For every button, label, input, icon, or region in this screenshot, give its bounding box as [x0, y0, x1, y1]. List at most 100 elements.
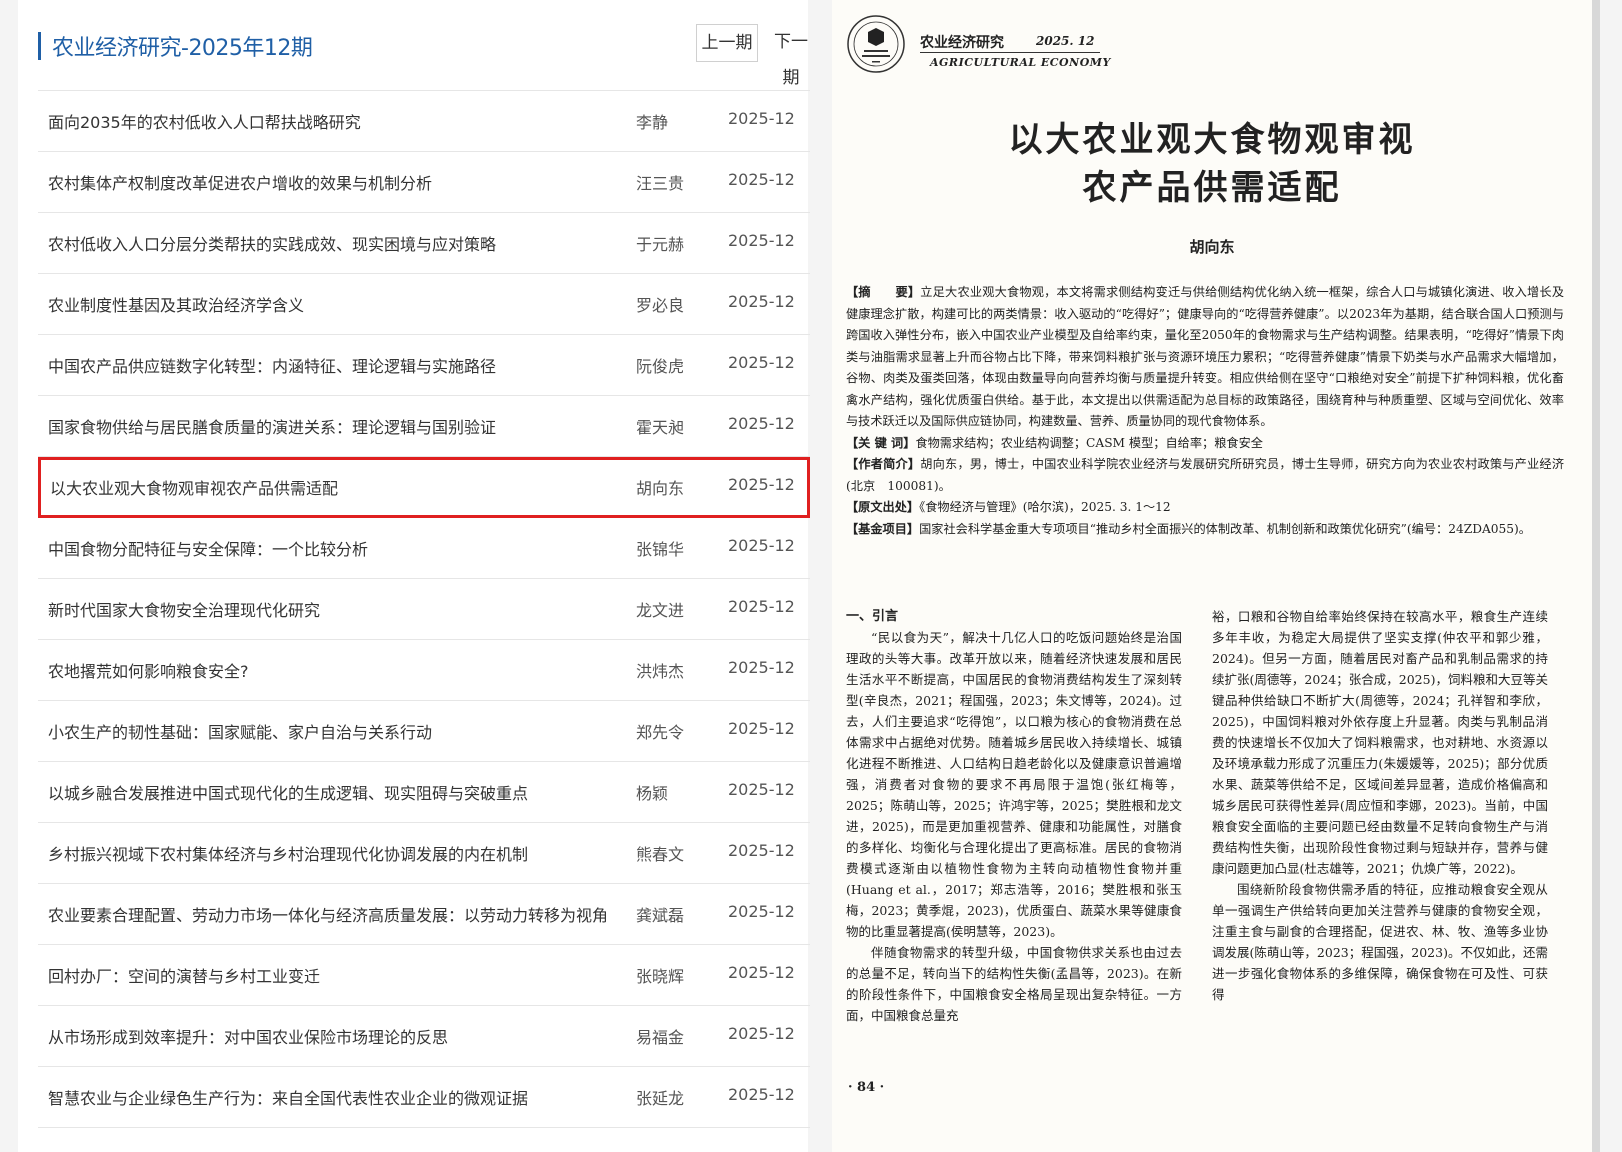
article-row[interactable]: 乡村振兴视域下农村集体经济与乡村治理现代化协调发展的内在机制 熊春文 2025-12: [38, 823, 810, 884]
article-title-link[interactable]: 中国农产品供应链数字化转型：内涵特征、理论逻辑与实施路径: [48, 353, 496, 377]
article-date: 2025-12: [728, 292, 795, 311]
article-row[interactable]: 农业要素合理配置、劳动力市场一体化与经济高质量发展：以劳动力转移为视角 龚斌磊 20…: [38, 884, 810, 945]
source-paragraph: 【原文出处】《食物经济与管理》(哈尔滨)，2025. 3. 1～12: [846, 497, 1564, 519]
article-author: 易福金: [636, 1028, 685, 1047]
journal-name: 农业经济研究: [920, 35, 1004, 51]
fund-paragraph: 【基金项目】国家社会科学基金重大专项项目“推动乡村全面振兴的体制改革、机制创新和…: [846, 519, 1564, 541]
article-title-link[interactable]: 农村低收入人口分层分类帮扶的实践成效、现实困境与应对策略: [48, 231, 496, 255]
article-author: 张延龙: [636, 1089, 685, 1108]
paper-title-line-2: 农产品供需适配: [1082, 168, 1342, 208]
bio-paragraph: 【作者简介】胡向东，男，博士，中国农业科学院农业经济与发展研究所研究员，博士生导…: [846, 454, 1564, 497]
article-author: 熊春文: [636, 845, 685, 864]
article-list: 面向2035年的农村低收入人口帮扶战略研究 李静 2025-12 农村集体产权制度改革…: [38, 90, 810, 1128]
article-title-link[interactable]: 新时代国家大食物安全治理现代化研究: [48, 597, 320, 621]
article-row[interactable]: 面向2035年的农村低收入人口帮扶战略研究 李静 2025-12: [38, 90, 810, 152]
body-column-left: 一、引言 “民以食为天”，解决十几亿人口的吃饭问题始终是治国理政的头等大事。改革…: [846, 606, 1182, 1026]
article-row[interactable]: 智慧农业与企业绿色生产行为：来自全国代表性农业企业的微观证据 张延龙 2025-12: [38, 1067, 810, 1128]
article-author: 阮俊虎: [636, 357, 685, 376]
article-date: 2025-12: [728, 658, 795, 677]
keywords-text: 食物需求结构；农业结构调整；CASM 模型；自给率；粮食安全: [915, 435, 1263, 450]
fund-text: 国家社会科学基金重大专项项目“推动乡村全面振兴的体制改革、机制创新和政策优化研究…: [919, 521, 1531, 536]
article-row[interactable]: 从市场形成到效率提升：对中国农业保险市场理论的反思 易福金 2025-12: [38, 1006, 810, 1067]
article-title-link[interactable]: 以城乡融合发展推进中国式现代化的生成逻辑、现实阻碍与突破重点: [48, 780, 528, 804]
article-row[interactable]: 农村集体产权制度改革促进农户增收的效果与机制分析 汪三贵 2025-12: [38, 152, 810, 213]
body-paragraph: 裕，口粮和谷物自给率始终保持在较高水平，粮食生产连续多年丰收，为稳定大局提供了坚…: [1212, 609, 1548, 876]
article-row[interactable]: 回村办厂：空间的演替与乡村工业变迁 张晓辉 2025-12: [38, 945, 810, 1006]
body-column-right: 裕，口粮和谷物自给率始终保持在较高水平，粮食生产连续多年丰收，为稳定大局提供了坚…: [1212, 606, 1548, 1005]
article-date: 2025-12: [728, 597, 795, 616]
previous-issue-button[interactable]: 上一期: [696, 24, 758, 62]
article-row[interactable]: 中国农产品供应链数字化转型：内涵特征、理论逻辑与实施路径 阮俊虎 2025-12: [38, 335, 810, 396]
article-row[interactable]: 农村低收入人口分层分类帮扶的实践成效、现实困境与应对策略 于元赫 2025-12: [38, 213, 810, 274]
article-row[interactable]: 农地撂荒如何影响粮食安全? 洪炜杰 2025-12: [38, 640, 810, 701]
paper-title-line-1: 以大农业观大食物观审视: [1008, 120, 1416, 160]
article-author: 胡向东: [636, 479, 685, 498]
article-title-link[interactable]: 智慧农业与企业绿色生产行为：来自全国代表性农业企业的微观证据: [48, 1085, 528, 1109]
article-row[interactable]: 国家食物供给与居民膳食质量的演进关系：理论逻辑与国别验证 霍天昶 2025-12: [38, 396, 810, 457]
section-heading: 一、引言: [846, 609, 899, 624]
article-title-link[interactable]: 从市场形成到效率提升：对中国农业保险市场理论的反思: [48, 1024, 448, 1048]
article-author: 郑先令: [636, 723, 685, 742]
keywords-label: 【关 键 词】: [846, 435, 916, 450]
article-title-link[interactable]: 农地撂荒如何影响粮食安全?: [48, 658, 249, 682]
article-title-link[interactable]: 回村办厂：空间的演替与乡村工业变迁: [48, 963, 320, 987]
article-author: 霍天昶: [636, 418, 685, 437]
paper-author: 胡向东: [1189, 238, 1235, 256]
issue-header: 农业经济研究-2025年12期 上一期 下一期: [38, 22, 810, 88]
abstract-label: 【摘 要】: [846, 285, 921, 299]
page-number: · 84 ·: [848, 1080, 885, 1095]
abstract-text: 立足大农业观大食物观，本文将需求侧结构变迁与供给侧结构优化纳入统一框架，综合人口…: [846, 285, 1564, 428]
article-date: 2025-12: [728, 719, 795, 738]
paper-body: 一、引言 “民以食为天”，解决十几亿人口的吃饭问题始终是治国理政的头等大事。改革…: [846, 606, 1564, 1066]
article-author: 洪炜杰: [636, 662, 685, 681]
journal-english-name: AGRICULTURAL ECONOMY: [930, 56, 1111, 69]
article-title-link[interactable]: 面向2035年的农村低收入人口帮扶战略研究: [48, 109, 361, 133]
article-date: 2025-12: [728, 780, 795, 799]
paper-abstract-block: 【摘 要】立足大农业观大食物观，本文将需求侧结构变迁与供给侧结构优化纳入统一框架…: [846, 282, 1564, 540]
source-label: 【原文出处】: [846, 500, 920, 514]
article-title-link[interactable]: 农业要素合理配置、劳动力市场一体化与经济高质量发展：以劳动力转移为视角: [48, 902, 608, 926]
scrollbar-track[interactable]: [1592, 0, 1600, 1152]
journal-divider: [920, 52, 1100, 53]
article-author: 龙文进: [636, 601, 685, 620]
article-row-selected[interactable]: 以大农业观大食物观审视农产品供需适配 胡向东 2025-12: [38, 457, 810, 518]
article-author: 张晓辉: [636, 967, 685, 986]
article-row[interactable]: 农业制度性基因及其政治经济学含义 罗必良 2025-12: [38, 274, 810, 335]
paper-preview: 农业经济研究 2025. 12 AGRICULTURAL ECONOMY 以大农…: [832, 0, 1592, 1152]
article-title-link[interactable]: 乡村振兴视域下农村集体经济与乡村治理现代化协调发展的内在机制: [48, 841, 528, 865]
article-author: 李静: [636, 113, 669, 132]
article-title-link[interactable]: 中国食物分配特征与安全保障：一个比较分析: [48, 536, 368, 560]
article-date: 2025-12: [728, 475, 795, 494]
source-text: 《食物经济与管理》(哈尔滨)，2025. 3. 1～12: [919, 500, 1171, 514]
article-row[interactable]: 中国食物分配特征与安全保障：一个比较分析 张锦华 2025-12: [38, 518, 810, 579]
article-author: 汪三贵: [636, 174, 685, 193]
body-paragraph: 围绕新阶段食物供需矛盾的特征，应推动粮食安全观从单一强调生产供给转向更加关注营养…: [1212, 882, 1548, 1002]
keywords-paragraph: 【关 键 词】食物需求结构；农业结构调整；CASM 模型；自给率；粮食安全: [846, 433, 1564, 455]
article-author: 于元赫: [636, 235, 685, 254]
title-accent-bar: [38, 32, 41, 60]
article-date: 2025-12: [728, 1024, 795, 1043]
article-date: 2025-12: [728, 170, 795, 189]
article-title-link[interactable]: 国家食物供给与居民膳食质量的演进关系：理论逻辑与国别验证: [48, 414, 496, 438]
article-title-link[interactable]: 农业制度性基因及其政治经济学含义: [48, 292, 304, 316]
article-date: 2025-12: [728, 536, 795, 555]
article-title-link[interactable]: 小农生产的韧性基础：国家赋能、家户自治与关系行动: [48, 719, 432, 743]
article-row[interactable]: 小农生产的韧性基础：国家赋能、家户自治与关系行动 郑先令 2025-12: [38, 701, 810, 762]
journal-seal-logo: [847, 15, 905, 73]
abstract-paragraph: 【摘 要】立足大农业观大食物观，本文将需求侧结构变迁与供给侧结构优化纳入统一框架…: [846, 282, 1564, 433]
article-date: 2025-12: [728, 353, 795, 372]
article-list-panel: 农业经济研究-2025年12期 上一期 下一期 面向2035年的农村低收入人口帮…: [18, 0, 810, 1152]
article-title-link[interactable]: 农村集体产权制度改革促进农户增收的效果与机制分析: [48, 170, 432, 194]
article-title-link[interactable]: 以大农业观大食物观审视农产品供需适配: [50, 475, 338, 499]
article-author: 杨颖: [636, 784, 669, 803]
article-date: 2025-12: [728, 841, 795, 860]
fund-label: 【基金项目】: [846, 521, 920, 536]
body-paragraph: 伴随食物需求的转型升级，中国食物供求关系也由过去的总量不足，转向当下的结构性失衡…: [846, 945, 1182, 1023]
article-date: 2025-12: [728, 963, 795, 982]
next-issue-button[interactable]: 下一期: [766, 24, 816, 88]
article-row[interactable]: 新时代国家大食物安全治理现代化研究 龙文进 2025-12: [38, 579, 810, 640]
article-author: 罗必良: [636, 296, 685, 315]
journal-header: 农业经济研究 2025. 12 AGRICULTURAL ECONOMY: [846, 14, 1146, 74]
article-row[interactable]: 以城乡融合发展推进中国式现代化的生成逻辑、现实阻碍与突破重点 杨颖 2025-12: [38, 762, 810, 823]
article-date: 2025-12: [728, 109, 795, 128]
